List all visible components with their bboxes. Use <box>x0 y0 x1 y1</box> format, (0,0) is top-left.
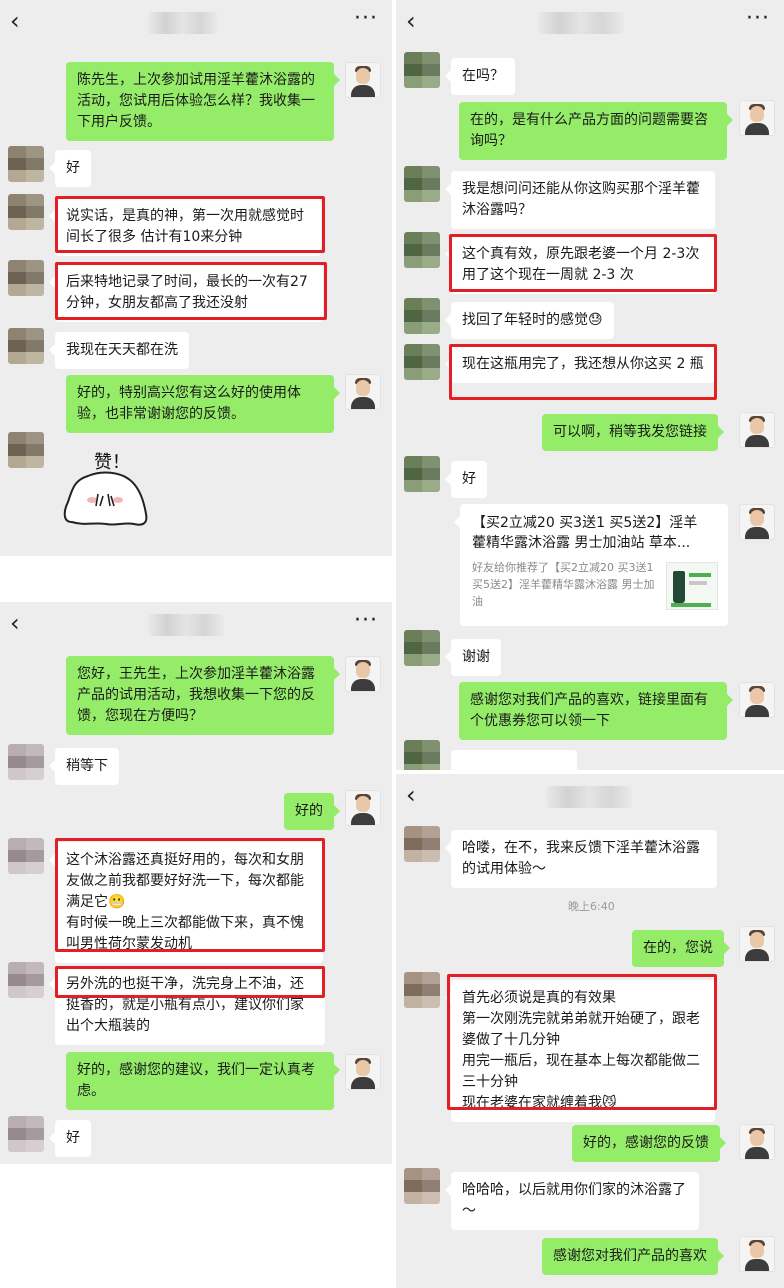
message-bubble[interactable]: 好的，感谢您的反馈 <box>572 1125 726 1162</box>
message-bubble[interactable]: 可以啊，稍等我发您链接 <box>542 414 724 451</box>
message-bubble[interactable]: 在的，您说 <box>632 930 730 967</box>
message-bubble[interactable]: 这个真有效，原先跟老婆一个月 2-3次 用了这个现在一周就 2-3 次 <box>445 236 715 294</box>
avatar[interactable] <box>404 298 440 334</box>
avatar[interactable] <box>8 260 44 296</box>
chat-header: ‹ ··· <box>0 0 392 46</box>
avatar[interactable] <box>404 166 440 202</box>
sticker-image[interactable]: 赞！ <box>58 446 158 532</box>
message-bubble[interactable]: 说实话，是真的神，第一次用就感觉时间长了很多 估计有10来分钟 <box>49 198 321 256</box>
message-bubble[interactable]: 好的 <box>284 793 340 830</box>
avatar[interactable] <box>404 1168 440 1204</box>
message-bubble[interactable]: 好 <box>445 461 487 498</box>
product-thumbnail <box>666 562 718 610</box>
avatar[interactable] <box>8 838 44 874</box>
avatar[interactable] <box>739 412 775 448</box>
chat-panel-2: ‹ ··· 您好，王先生，上次参加淫羊藿沐浴露产品的试用活动，我想收集一下您的反… <box>0 602 392 1164</box>
avatar[interactable] <box>8 194 44 230</box>
contact-name-blurred <box>538 12 624 34</box>
avatar[interactable] <box>345 1054 381 1090</box>
product-link-card[interactable]: 【买2立减20 买3送1 买5送2】淫羊藿精华露沐浴露 男士加油站 草本... … <box>454 504 728 626</box>
avatar[interactable] <box>345 62 381 98</box>
message-bubble[interactable]: 另外洗的也挺干净，洗完身上不油，还挺香的，就是小瓶有点小，建议你们家出个大瓶装的 <box>49 966 325 1045</box>
message-bubble[interactable]: 现在这瓶用完了，我还想从你这买 2 瓶 <box>445 346 715 383</box>
message-bubble[interactable]: 稍等下 <box>49 748 119 785</box>
chat-panel-3: ‹ ··· 在吗？ 在的，是有什么产品方面的问题需要咨询吗？ 我是想问问还能从你… <box>396 0 784 770</box>
back-icon[interactable]: ‹ <box>406 8 416 34</box>
avatar[interactable] <box>404 826 440 862</box>
avatar[interactable] <box>404 344 440 380</box>
message-bubble[interactable]: 好的，感谢您的建议，我们一定认真考虑。 <box>66 1052 340 1110</box>
contact-name-blurred <box>546 786 632 808</box>
more-icon[interactable]: ··· <box>354 610 378 632</box>
message-bubble[interactable]: 好的，特别高兴您有这么好的使用体验，也非常谢谢您的反馈。 <box>66 375 340 433</box>
message-bubble[interactable]: 哈哈哈，以后就用你们家的沐浴露了～ <box>445 1172 699 1230</box>
chat-header: ‹ <box>396 774 784 820</box>
chat-header: ‹ ··· <box>0 602 392 648</box>
message-bubble[interactable]: 好 <box>49 150 91 187</box>
message-bubble[interactable]: 首先必须说是真的有效果 第一次刚洗完就弟弟就开始硬了，跟老婆做了十几分钟 用完一… <box>445 980 715 1122</box>
sticker-text: 赞！ <box>94 452 130 473</box>
avatar[interactable] <box>404 630 440 666</box>
avatar[interactable] <box>8 146 44 182</box>
message-bubble[interactable]: 后来特地记录了时间，最长的一次有27分钟，女朋友都高了我还没射 <box>49 264 323 322</box>
link-title: 【买2立减20 买3送1 买5送2】淫羊藿精华露沐浴露 男士加油站 草本... <box>472 515 698 551</box>
avatar[interactable] <box>8 744 44 780</box>
avatar[interactable] <box>404 456 440 492</box>
contact-name-blurred <box>148 12 218 34</box>
contact-name-blurred <box>148 614 224 636</box>
back-icon[interactable]: ‹ <box>406 782 416 808</box>
avatar[interactable] <box>739 100 775 136</box>
avatar[interactable] <box>739 682 775 718</box>
avatar[interactable] <box>739 504 775 540</box>
back-icon[interactable]: ‹ <box>10 610 20 636</box>
message-bubble[interactable]: 感谢您对我们产品的喜欢 <box>542 1238 724 1275</box>
message-bubble[interactable]: 谢谢 <box>445 639 501 676</box>
avatar[interactable] <box>739 1124 775 1160</box>
message-bubble[interactable]: 这个沐浴露还真挺好用的，每次和女朋友做之前我都要好好洗一下，每次都能满足它😬 有… <box>49 842 323 963</box>
message-bubble[interactable]: 您好，王先生，上次参加淫羊藿沐浴露产品的试用活动，我想收集一下您的反馈，您现在方… <box>66 656 340 735</box>
message-bubble[interactable]: 找回了年轻时的感觉😓 <box>445 302 614 339</box>
avatar[interactable] <box>404 52 440 88</box>
avatar[interactable] <box>739 926 775 962</box>
message-bubble[interactable]: 在吗？ <box>445 58 515 95</box>
message-bubble[interactable]: 我是想问问还能从你这购买那个淫羊藿沐浴露吗？ <box>445 171 715 229</box>
message-bubble[interactable]: 我现在天天都在洗 <box>49 332 189 369</box>
avatar[interactable] <box>404 740 440 770</box>
more-icon[interactable]: ··· <box>354 8 378 30</box>
message-timestamp: 晚上6:40 <box>568 900 615 913</box>
chat-header: ‹ ··· <box>396 0 784 46</box>
avatar[interactable] <box>404 232 440 268</box>
chat-panel-4: ‹ 哈喽，在不，我来反馈下淫羊藿沐浴露的试用体验～ 晚上6:40 在的，您说 首… <box>396 774 784 1288</box>
chat-panel-1: ‹ ··· 陈先生，上次参加试用淫羊藿沐浴露的活动，您试用后体验怎么样？我收集一… <box>0 0 392 556</box>
avatar[interactable] <box>739 1236 775 1272</box>
more-icon[interactable]: ··· <box>746 8 770 30</box>
avatar[interactable] <box>8 962 44 998</box>
avatar[interactable] <box>404 972 440 1008</box>
avatar[interactable] <box>8 1116 44 1152</box>
message-bubble[interactable]: 好 <box>49 1120 91 1157</box>
back-icon[interactable]: ‹ <box>10 8 20 34</box>
partial-message-bubble <box>451 750 577 770</box>
avatar[interactable] <box>8 328 44 364</box>
avatar[interactable] <box>345 656 381 692</box>
avatar[interactable] <box>8 432 44 468</box>
link-description: 好友给你推荐了【买2立减20 买3送1 买5送2】淫羊藿精华露沐浴露 男士加油 <box>472 561 655 608</box>
message-bubble[interactable]: 陈先生，上次参加试用淫羊藿沐浴露的活动，您试用后体验怎么样？我收集一下用户反馈。 <box>66 62 340 141</box>
message-bubble[interactable]: 感谢您对我们产品的喜欢，链接里面有个优惠券您可以领一下 <box>459 682 733 740</box>
message-bubble[interactable]: 哈喽，在不，我来反馈下淫羊藿沐浴露的试用体验～ <box>445 830 717 888</box>
avatar[interactable] <box>345 374 381 410</box>
avatar[interactable] <box>345 790 381 826</box>
message-bubble[interactable]: 在的，是有什么产品方面的问题需要咨询吗？ <box>459 102 733 160</box>
